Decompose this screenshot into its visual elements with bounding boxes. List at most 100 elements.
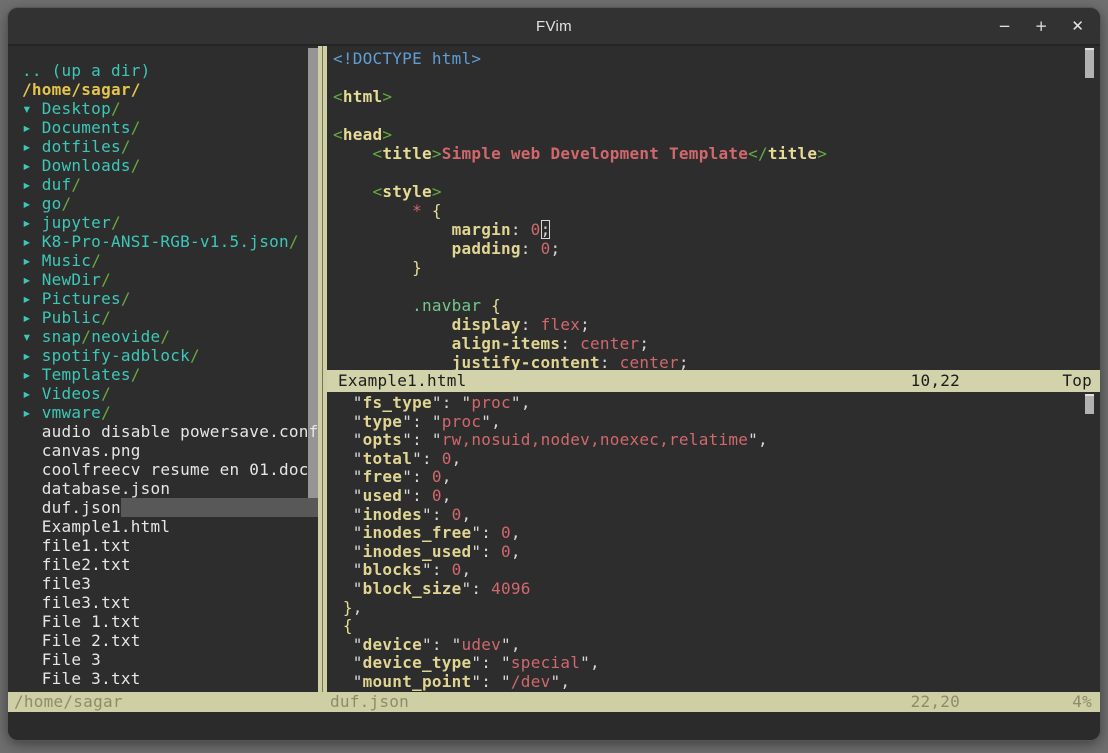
tree-item[interactable]: ▸ go/ <box>22 194 318 213</box>
token-punc: : <box>412 431 432 450</box>
token-q: " <box>511 394 521 413</box>
close-button[interactable]: ✕ <box>1071 19 1084 34</box>
code-line: .navbar { <box>333 296 1100 315</box>
tree-item[interactable]: /home/sagar/ <box>22 80 318 99</box>
tree-item[interactable]: audio disable powersave.conf <box>22 422 318 441</box>
command-line[interactable]: :new Example1.html <box>8 712 1100 740</box>
token-dir: Music <box>42 251 91 270</box>
token-num: 0 <box>452 561 462 580</box>
token-plain <box>333 201 412 220</box>
token-punc: , <box>511 524 521 543</box>
tree-item[interactable]: ▸ Documents/ <box>22 118 318 137</box>
token-slash: / <box>111 99 121 118</box>
tree-item[interactable]: ▸ vmware/ <box>22 403 318 422</box>
token-brace: { <box>343 617 353 636</box>
token-punc: , <box>590 654 600 673</box>
token-tag: head <box>343 125 383 144</box>
token-q: " <box>501 654 511 673</box>
token-cls: .navbar <box>412 296 481 315</box>
window-separator[interactable] <box>318 46 327 712</box>
tree-item[interactable]: File 3 <box>22 650 318 669</box>
token-val: center <box>620 353 679 370</box>
token-q: " <box>353 431 363 450</box>
maximize-button[interactable]: + <box>1035 19 1048 34</box>
code-line: justify-content: center; <box>333 353 1100 370</box>
titlebar[interactable]: FVim − + ✕ <box>8 8 1100 46</box>
tree-item[interactable]: ▸ duf/ <box>22 175 318 194</box>
tree-item[interactable]: file1.txt <box>22 536 318 555</box>
code-line: "used": 0, <box>333 487 1100 506</box>
tree-item[interactable]: file2.txt <box>22 555 318 574</box>
tree-item[interactable]: .. (up a dir) <box>22 61 318 80</box>
editor-json-scrollbar-thumb[interactable] <box>1085 394 1094 414</box>
tree-item[interactable]: ▸ jupyter/ <box>22 213 318 232</box>
token-num: 0 <box>432 468 442 487</box>
tree-item[interactable]: File 1.txt <box>22 612 318 631</box>
file-tree[interactable]: .. (up a dir)/home/sagar/▾ Desktop/▸ Doc… <box>8 46 318 692</box>
tree-item[interactable]: ▸ Videos/ <box>22 384 318 403</box>
tree-item[interactable]: file3.txt <box>22 593 318 612</box>
tree-item[interactable]: ▸ dotfiles/ <box>22 137 318 156</box>
token-punc: ; <box>639 334 649 353</box>
tree-item[interactable]: ▸ Pictures/ <box>22 289 318 308</box>
tree-item[interactable]: ▾ snap/neovide/ <box>22 327 318 346</box>
token-key: inodes_free <box>363 524 472 543</box>
token-q: " <box>402 468 412 487</box>
editor-html-scrollbar-thumb[interactable] <box>1085 48 1094 78</box>
token-plain <box>22 631 42 650</box>
tree-item[interactable]: ▸ Public/ <box>22 308 318 327</box>
tree-item[interactable]: ▸ NewDir/ <box>22 270 318 289</box>
token-bracket: < <box>373 182 383 201</box>
token-dir: snap <box>42 327 82 346</box>
token-q: " <box>580 654 590 673</box>
minimize-button[interactable]: − <box>998 19 1011 34</box>
code-line: { <box>333 617 1100 636</box>
token-punc: , <box>560 673 570 692</box>
token-q: " <box>471 654 481 673</box>
tree-item[interactable]: ▾ Desktop/ <box>22 99 318 118</box>
separator-line <box>322 46 323 712</box>
token-key: opts <box>363 431 403 450</box>
editor-html-scrollbar[interactable] <box>1085 46 1094 370</box>
token-file: canvas.png <box>42 441 141 460</box>
tree-item[interactable]: ▸ Templates/ <box>22 365 318 384</box>
tree-item[interactable]: coolfreecv resume en 01.doc <box>22 460 318 479</box>
token-strb: Simple web Development Template <box>442 144 748 163</box>
token-punc: , <box>511 543 521 562</box>
token-file: file3 <box>42 574 91 593</box>
editor-json-buffer[interactable]: "fs_type": "proc", "type": "proc", "opts… <box>327 392 1100 692</box>
editor-json-scrollbar[interactable] <box>1085 392 1094 692</box>
statusline-tree-path: /home/sagar <box>14 692 123 712</box>
tree-item[interactable]: ▸ spotify-adblock/ <box>22 346 318 365</box>
editor-html-buffer[interactable]: <!DOCTYPE html><html><head> <title>Simpl… <box>327 46 1100 370</box>
tree-item[interactable]: ▸ Music/ <box>22 251 318 270</box>
tree-item[interactable]: duf.json <box>22 498 318 517</box>
token-punc: , <box>758 431 768 450</box>
token-doctype: <!DOCTYPE html> <box>333 49 481 68</box>
tree-item[interactable]: Example1.html <box>22 517 318 536</box>
token-dir: neovide <box>91 327 160 346</box>
tree-item[interactable]: ▸ Downloads/ <box>22 156 318 175</box>
tree-item[interactable]: File 3.txt <box>22 669 318 688</box>
token-num: 0 <box>432 487 442 506</box>
token-q: " <box>353 673 363 692</box>
token-plain <box>22 650 42 669</box>
token-plain <box>521 220 531 239</box>
token-plain <box>333 673 353 692</box>
tree-item[interactable]: file3 <box>22 574 318 593</box>
token-q: " <box>353 654 363 673</box>
token-str: rw,nosuid,nodev,noexec,relatime <box>442 431 748 450</box>
chevron-right-icon: ▸ <box>22 403 42 422</box>
tree-item[interactable]: File 2.txt <box>22 631 318 650</box>
chevron-right-icon: ▸ <box>22 251 42 270</box>
token-key: inodes <box>363 506 422 525</box>
token-key: mount_point <box>363 673 472 692</box>
tree-item[interactable]: ▸ K8-Pro-ANSI-RGB-v1.5.json/ <box>22 232 318 251</box>
token-str: special <box>511 654 580 673</box>
tree-item[interactable]: database.json <box>22 479 318 498</box>
code-line <box>333 68 1100 87</box>
code-line: <style> <box>333 182 1100 201</box>
token-file: coolfreecv resume en 01.doc <box>42 460 309 479</box>
code-line <box>333 163 1100 182</box>
tree-item[interactable]: canvas.png <box>22 441 318 460</box>
